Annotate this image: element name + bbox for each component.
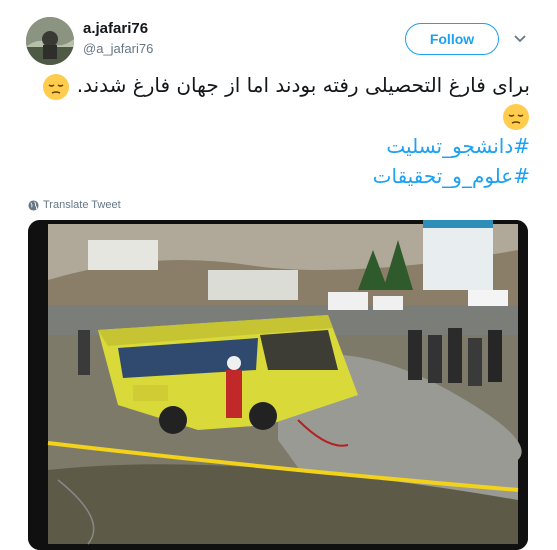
- globe-icon: [28, 199, 39, 211]
- translate-tweet-link[interactable]: Translate Tweet: [28, 199, 121, 211]
- translate-label: Translate Tweet: [43, 199, 121, 211]
- pensive-face-icon: [503, 104, 529, 130]
- bus-accident-photo: [28, 220, 528, 550]
- tweet-line-2: [30, 101, 530, 132]
- follow-button[interactable]: Follow: [405, 23, 499, 55]
- tweet-body: برای فارغ التحصیلی رفته بودند اما از جها…: [76, 73, 530, 97]
- tweet-line-1: برای فارغ التحصیلی رفته بودند اما از جها…: [30, 70, 530, 101]
- chevron-down-icon[interactable]: [513, 32, 527, 46]
- tweet-photo[interactable]: [28, 220, 528, 550]
- hashtag-link[interactable]: #علوم_و_تحقیقات: [30, 161, 530, 191]
- pensive-face-icon: [43, 73, 70, 100]
- hashtag-link[interactable]: #دانشجو_تسلیت: [30, 131, 530, 161]
- user-handle[interactable]: @a_jafari76: [83, 41, 153, 56]
- tweet-text: برای فارغ التحصیلی رفته بودند اما از جها…: [30, 70, 530, 191]
- avatar[interactable]: [26, 17, 74, 65]
- display-name[interactable]: a.jafari76: [83, 20, 148, 37]
